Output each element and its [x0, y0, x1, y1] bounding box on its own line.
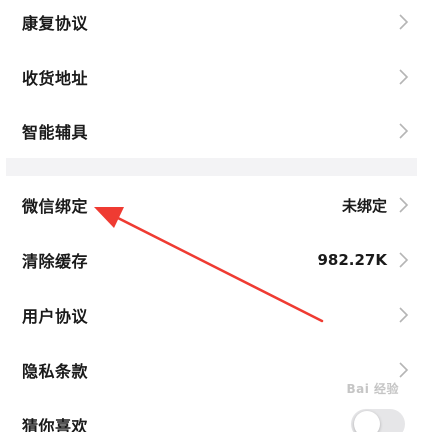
wechat-binding-status: 未绑定	[341, 196, 387, 215]
cache-size-value: 982.27K	[317, 251, 387, 269]
settings-item-label: 智能辅具	[22, 123, 89, 142]
chevron-right-icon	[399, 14, 409, 30]
chevron-right-icon	[399, 307, 409, 323]
settings-item-clear-cache[interactable]: 清除缓存 982.27K	[0, 233, 427, 287]
settings-item-label: 康复协议	[22, 14, 89, 33]
settings-item-shipping-address[interactable]: 收货地址	[0, 50, 427, 104]
settings-item-wechat-binding[interactable]: 微信绑定 未绑定	[0, 178, 427, 232]
settings-screen: 康复协议 收货地址 智能辅具 微信绑定 未绑定 清除缓存 982.27K 用户协…	[0, 0, 427, 432]
chevron-right-icon	[399, 252, 409, 268]
chevron-right-icon	[399, 362, 409, 378]
settings-item-label: 隐私条款	[22, 362, 89, 381]
chevron-right-icon	[399, 69, 409, 85]
settings-item-smart-aids[interactable]: 智能辅具	[0, 104, 427, 158]
settings-item-label: 清除缓存	[22, 252, 89, 271]
chevron-right-icon	[399, 197, 409, 213]
watermark: Bai 经验	[346, 382, 399, 396]
settings-item-label: 用户协议	[22, 307, 89, 326]
settings-item-user-agreement[interactable]: 用户协议	[0, 288, 427, 342]
settings-item-rehab-agreement[interactable]: 康复协议	[0, 0, 427, 49]
toggle-knob	[354, 411, 380, 432]
chevron-right-icon	[399, 123, 409, 139]
settings-item-label: 微信绑定	[22, 197, 89, 216]
section-divider	[6, 158, 417, 176]
settings-item-label: 收货地址	[22, 69, 89, 88]
recommendations-toggle[interactable]	[351, 409, 405, 432]
